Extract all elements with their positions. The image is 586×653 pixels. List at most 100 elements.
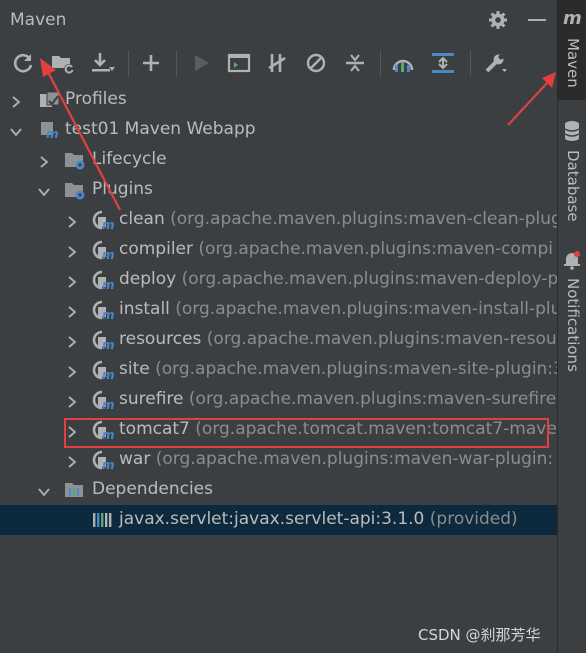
wrench-icon[interactable] (482, 50, 508, 76)
tree-node-label: Plugins (92, 179, 153, 199)
watermark: CSDN @刹那芳华 (418, 626, 541, 644)
maven-plugin-icon: m (92, 300, 115, 322)
chevron-down-icon[interactable] (38, 183, 50, 197)
svg-text:m: m (102, 338, 114, 350)
plugins-folder-icon (64, 180, 86, 200)
maven-plugin-icon: m (92, 360, 115, 382)
tree-node-plugin[interactable]: m resources (org.apache.maven.plugins:ma… (0, 325, 557, 355)
plugin-name: compiler (119, 239, 193, 259)
svg-text:m: m (102, 308, 114, 320)
maven-tool-window: Maven Profiles m test01 Maven Webapp Lif… (0, 0, 557, 653)
toolbar-separator (128, 50, 129, 76)
plugin-coordinates: (org.apache.maven.plugins:maven-deploy-p (181, 269, 557, 289)
tree-node-plugin[interactable]: m install (org.apache.maven.plugins:mave… (0, 295, 557, 325)
svg-text:m: m (102, 278, 114, 290)
database-icon (564, 121, 580, 141)
offline-icon[interactable] (264, 50, 290, 76)
tree-node-plugin[interactable]: m site (org.apache.maven.plugins:maven-s… (0, 355, 557, 385)
library-icon (91, 510, 113, 530)
tree-node-profiles[interactable]: Profiles (0, 85, 557, 115)
svg-text:m: m (102, 218, 114, 230)
tree-node-plugin[interactable]: m war (org.apache.maven.plugins:maven-wa… (0, 445, 557, 475)
plugin-coordinates: (org.apache.maven.plugins:maven-war-plug… (155, 449, 554, 469)
maven-plugin-icon: m (92, 330, 115, 352)
svg-text:m: m (102, 458, 114, 470)
maven-plugin-icon: m (92, 240, 115, 262)
chevron-down-icon[interactable] (38, 483, 50, 497)
sidebar-tab-label: Database (564, 150, 582, 222)
plugin-coordinates: (org.apache.maven.plugins:maven-compi (198, 239, 553, 259)
skip-icon[interactable] (303, 50, 329, 76)
chevron-right-icon[interactable] (66, 303, 78, 318)
tree-node-label: Lifecycle (92, 149, 167, 169)
dependencies-folder-icon (64, 480, 86, 500)
plus-icon[interactable] (138, 50, 164, 76)
tree-node-dependencies[interactable]: Dependencies (0, 475, 557, 505)
tree-node-lifecycle[interactable]: Lifecycle (0, 145, 557, 175)
maven-icon: m (563, 8, 582, 28)
expand-icon[interactable] (430, 50, 456, 76)
tool-window-title: Maven (10, 10, 67, 30)
maven-plugin-icon: m (92, 390, 115, 412)
gear-icon[interactable] (488, 10, 508, 30)
maven-module-icon: m (38, 120, 60, 141)
refresh-icon[interactable] (10, 50, 36, 76)
sidebar-tab-label: Maven (564, 38, 582, 88)
tree-node-plugins[interactable]: Plugins (0, 175, 557, 205)
sidebar-tab-label: Notifications (564, 278, 582, 372)
plugin-name: surefire (119, 389, 184, 409)
maven-plugin-icon: m (92, 210, 115, 232)
bell-icon (564, 251, 580, 270)
tool-window-header: Maven (0, 0, 557, 40)
chevron-right-icon[interactable] (66, 453, 78, 468)
tree-node-label: Profiles (65, 89, 127, 109)
plugin-coordinates: (org.apache.maven.plugins:maven-clean-pl… (170, 209, 557, 229)
chevron-right-icon[interactable] (66, 213, 78, 228)
maven-plugin-icon: m (92, 270, 115, 292)
chevron-right-icon[interactable] (10, 93, 22, 108)
tree-node-plugin[interactable]: m deploy (org.apache.maven.plugins:maven… (0, 265, 557, 295)
collapse-icon[interactable] (342, 50, 368, 76)
svg-text:m: m (102, 398, 114, 410)
toolbar-separator (380, 50, 381, 76)
plugin-name: site (119, 359, 150, 379)
maven-plugin-icon: m (92, 450, 115, 472)
download-icon[interactable] (90, 50, 116, 76)
chevron-right-icon[interactable] (66, 393, 78, 408)
toolbar-separator (470, 50, 471, 76)
plugin-name: install (119, 299, 170, 319)
diagram-icon[interactable] (390, 50, 416, 76)
tree-node-plugin[interactable]: m compiler (org.apache.maven.plugins:mav… (0, 235, 557, 265)
svg-text:m: m (102, 368, 114, 380)
tree-node-label: test01 Maven Webapp (65, 119, 256, 139)
plugin-name: resources (119, 329, 202, 349)
tree-node-dependency[interactable]: javax.servlet:javax.servlet-api:3.1.0 (p… (0, 505, 557, 535)
toolbar-separator (176, 50, 177, 76)
dependency-scope: (provided) (429, 509, 518, 529)
plugin-coordinates: (org.apache.maven.plugins:maven-install-… (175, 299, 557, 319)
plugin-coordinates: (org.apache.maven.plugins:maven-resour (206, 329, 557, 349)
plugin-name: deploy (119, 269, 177, 289)
svg-text:m: m (46, 127, 59, 140)
svg-text:m: m (563, 8, 582, 28)
hide-minus-icon[interactable] (528, 19, 546, 21)
dependency-name: javax.servlet:javax.servlet-api:3.1.0 (119, 509, 425, 529)
tree-node-plugin[interactable]: m surefire (org.apache.maven.plugins:mav… (0, 385, 557, 415)
tree-node-project[interactable]: m test01 Maven Webapp (0, 115, 557, 145)
svg-text:m: m (102, 248, 114, 260)
annotation-highlight-box (64, 418, 549, 448)
chevron-right-icon[interactable] (66, 273, 78, 288)
plugin-name: clean (119, 209, 165, 229)
terminal-icon[interactable] (226, 50, 252, 76)
profiles-icon (38, 90, 60, 110)
plugin-coordinates: (org.apache.maven.plugins:maven-site-plu… (155, 359, 557, 379)
chevron-down-icon[interactable] (10, 123, 22, 137)
chevron-right-icon[interactable] (66, 363, 78, 378)
plugin-coordinates: (org.apache.maven.plugins:maven-surefire… (188, 389, 557, 409)
chevron-right-icon[interactable] (66, 243, 78, 258)
chevron-right-icon[interactable] (66, 333, 78, 348)
chevron-right-icon[interactable] (38, 153, 50, 168)
tree-node-plugin[interactable]: m clean (org.apache.maven.plugins:maven-… (0, 205, 557, 235)
play-icon[interactable] (188, 50, 214, 76)
folder-refresh-icon[interactable] (50, 50, 76, 76)
